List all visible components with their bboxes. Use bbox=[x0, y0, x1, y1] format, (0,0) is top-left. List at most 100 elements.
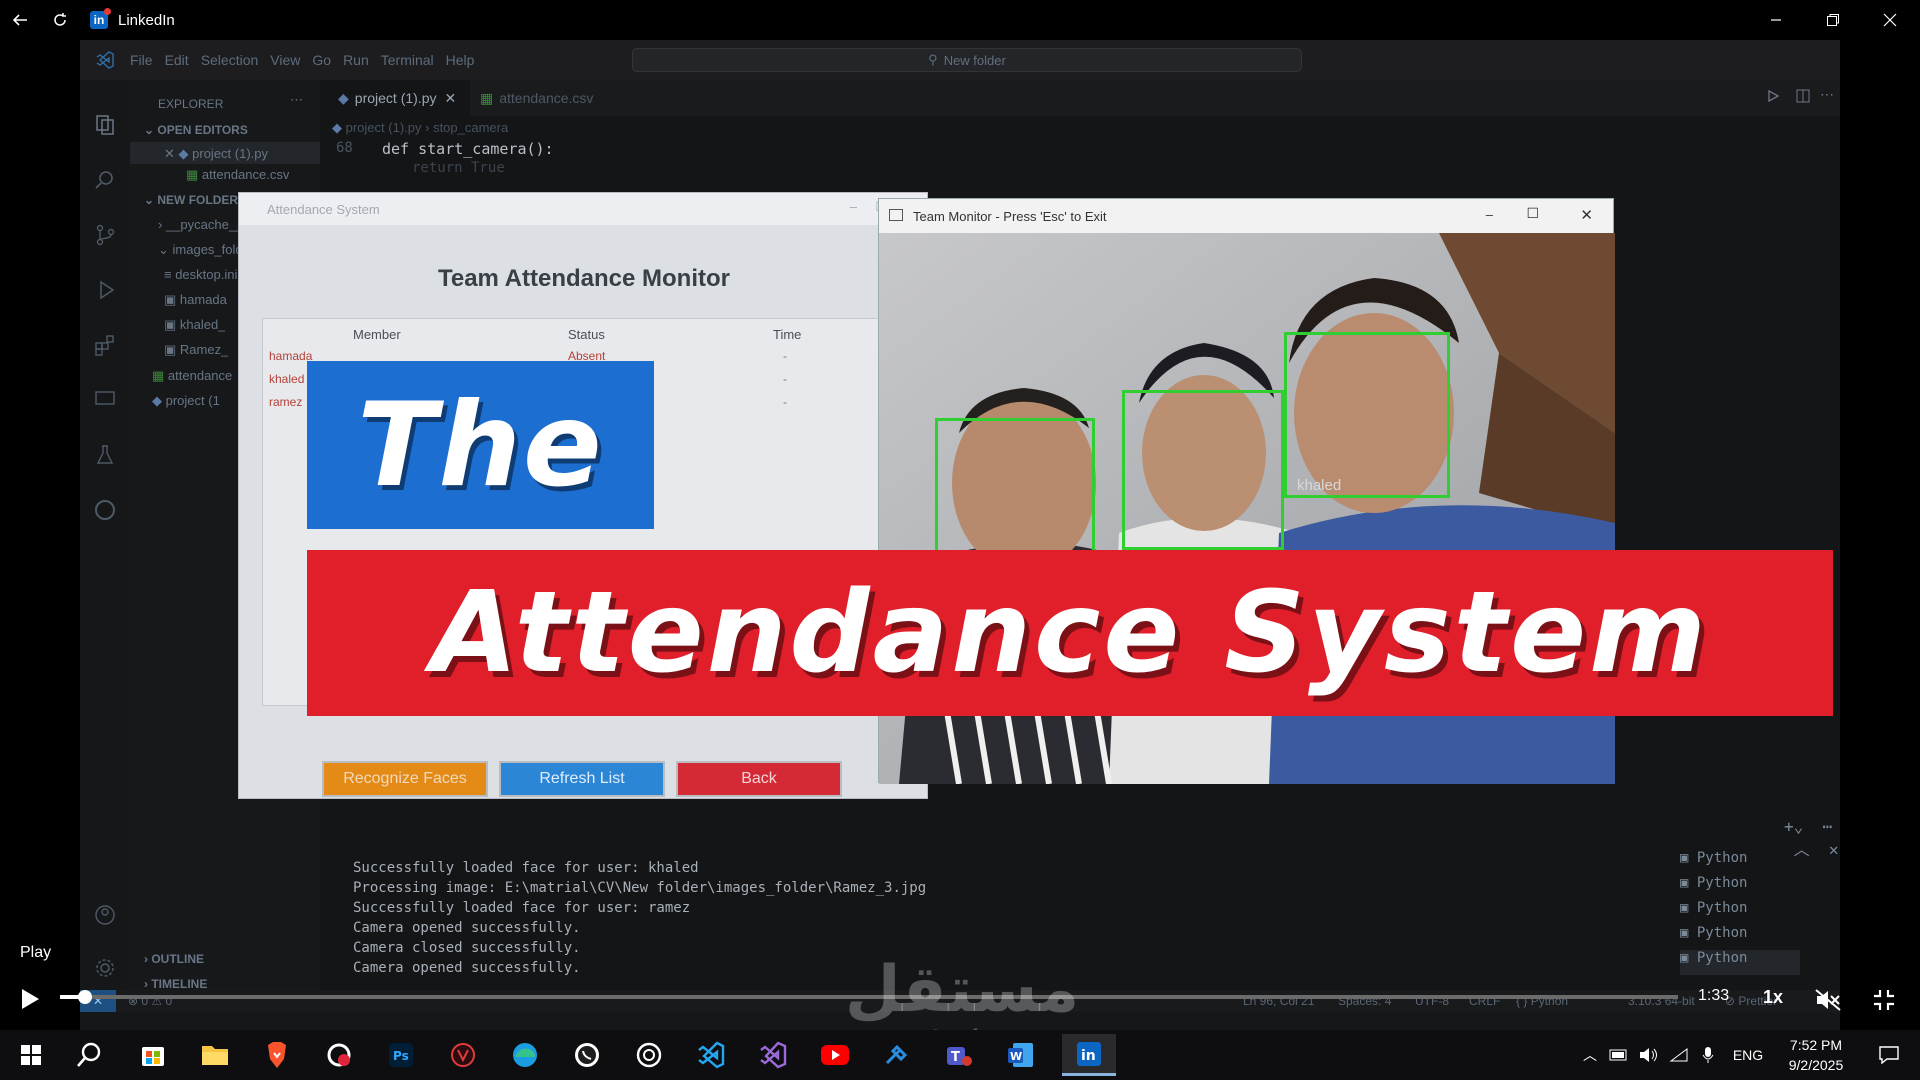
terminal-list-item[interactable]: ▣ Python bbox=[1680, 900, 1800, 925]
edge-tools-icon[interactable] bbox=[90, 495, 120, 525]
exit-fullscreen-icon[interactable] bbox=[1869, 985, 1899, 1015]
tree-item[interactable]: ▦ attendance bbox=[152, 368, 232, 384]
back-button[interactable]: Back bbox=[676, 761, 842, 797]
new-terminal-icon[interactable]: + bbox=[1784, 817, 1794, 836]
settings-gear-icon[interactable] bbox=[90, 953, 120, 983]
menu-help[interactable]: Help bbox=[446, 52, 475, 68]
youtube-icon[interactable] bbox=[814, 1034, 856, 1076]
terminal-list-item[interactable]: ▣ Python bbox=[1680, 950, 1800, 975]
terminal-list-item[interactable]: ▣ Python bbox=[1680, 850, 1800, 875]
notifications-icon[interactable] bbox=[1864, 1030, 1914, 1080]
mute-icon[interactable] bbox=[1813, 985, 1843, 1015]
open-editor-item[interactable]: ▦ attendance.csv bbox=[186, 167, 289, 183]
teams-icon[interactable]: T bbox=[938, 1034, 980, 1076]
start-icon[interactable] bbox=[10, 1034, 52, 1076]
restore-icon[interactable] bbox=[1805, 0, 1861, 40]
clock-date: 9/2/2025 bbox=[1788, 1057, 1844, 1073]
edge-icon[interactable] bbox=[504, 1034, 546, 1076]
refresh-list-button[interactable]: Refresh List bbox=[499, 761, 665, 797]
timeline-header[interactable]: › TIMELINE bbox=[144, 977, 207, 991]
run-file-icon[interactable] bbox=[1766, 89, 1780, 106]
terminal-list-item[interactable]: ▣ Python bbox=[1680, 875, 1800, 900]
video-frame[interactable]: File Edit Selection View Go Run Terminal… bbox=[80, 40, 1840, 1030]
vscode-logo-icon bbox=[80, 51, 130, 69]
play-button[interactable] bbox=[14, 983, 46, 1015]
folder-header[interactable]: ⌄ NEW FOLDER bbox=[144, 193, 238, 207]
tab-project-py[interactable]: ◆ project (1).py ✕ bbox=[320, 80, 470, 116]
search-icon[interactable] bbox=[68, 1034, 110, 1076]
whatsapp-icon[interactable] bbox=[566, 1034, 608, 1076]
tree-item[interactable]: ◆ project (1 bbox=[152, 393, 220, 409]
app-titlebar: in LinkedIn bbox=[0, 0, 1920, 40]
command-search-input[interactable]: ⚲ New folder bbox=[632, 48, 1302, 72]
vscode-icon[interactable] bbox=[690, 1034, 732, 1076]
word-icon[interactable]: W bbox=[1000, 1034, 1042, 1076]
tree-item[interactable]: › __pycache__ bbox=[158, 217, 243, 232]
terminal-line: Camera opened successfully. bbox=[353, 960, 581, 976]
valorant-icon[interactable] bbox=[442, 1034, 484, 1076]
more-icon[interactable]: ⋯ bbox=[1820, 86, 1834, 103]
back-arrow-icon[interactable] bbox=[0, 0, 40, 40]
run-debug-icon[interactable] bbox=[90, 275, 120, 305]
show-hidden-icons[interactable]: ︿ bbox=[1578, 1030, 1602, 1080]
tree-item[interactable]: ▣ hamada bbox=[164, 292, 227, 308]
search-icon[interactable] bbox=[90, 165, 120, 195]
tool-icon[interactable] bbox=[876, 1034, 918, 1076]
menu-go[interactable]: Go bbox=[312, 52, 331, 68]
close-icon[interactable]: ✕ bbox=[1580, 206, 1593, 224]
reload-icon[interactable] bbox=[40, 0, 80, 40]
remote-explorer-icon[interactable] bbox=[90, 385, 120, 415]
testing-icon[interactable] bbox=[90, 440, 120, 470]
open-editor-item[interactable]: ✕ ◆ project (1).py bbox=[164, 146, 268, 162]
clock[interactable]: 7:52 PM 9/2/2025 bbox=[1770, 1030, 1862, 1080]
store-icon[interactable] bbox=[132, 1034, 174, 1076]
terminal-line: Camera closed successfully. bbox=[353, 940, 581, 956]
microphone-icon[interactable] bbox=[1696, 1030, 1720, 1080]
battery-icon[interactable] bbox=[1606, 1030, 1632, 1080]
maximize-icon[interactable]: ☐ bbox=[1526, 205, 1539, 222]
attendance-window-titlebar: Attendance System – ☐ bbox=[239, 193, 927, 225]
time-display: 1:33 bbox=[1698, 987, 1730, 1004]
file-explorer-icon[interactable] bbox=[194, 1034, 236, 1076]
tree-item[interactable]: ▣ Ramez_ bbox=[164, 342, 228, 358]
more-icon[interactable]: ⋯ bbox=[1823, 817, 1833, 836]
menu-terminal[interactable]: Terminal bbox=[381, 52, 434, 68]
input-language[interactable]: ENG bbox=[1726, 1030, 1770, 1080]
tree-item[interactable]: ▣ khaled_ bbox=[164, 317, 225, 333]
terminal-list-item[interactable]: ▣ Python bbox=[1680, 925, 1800, 950]
visual-studio-preview-icon[interactable] bbox=[752, 1034, 794, 1076]
source-control-icon[interactable] bbox=[90, 220, 120, 250]
menu-view[interactable]: View bbox=[270, 52, 300, 68]
svg-text:W: W bbox=[1010, 1050, 1022, 1063]
brave-browser-icon[interactable] bbox=[256, 1034, 298, 1076]
minimize-icon[interactable]: – bbox=[850, 199, 857, 214]
menu-file[interactable]: File bbox=[130, 52, 153, 68]
minimize-icon[interactable] bbox=[1748, 0, 1804, 40]
playback-speed[interactable]: 1x bbox=[1763, 987, 1783, 1008]
split-editor-icon[interactable] bbox=[1796, 89, 1810, 106]
tree-item[interactable]: ≡ desktop.ini bbox=[164, 267, 237, 282]
menu-edit[interactable]: Edit bbox=[165, 52, 189, 68]
outline-header[interactable]: › OUTLINE bbox=[144, 952, 204, 966]
more-actions-icon[interactable]: ⋯ bbox=[290, 92, 303, 108]
menu-run[interactable]: Run bbox=[343, 52, 369, 68]
extensions-icon[interactable] bbox=[90, 330, 120, 360]
minimize-icon[interactable]: – bbox=[1486, 207, 1493, 222]
table-cell-member: hamada bbox=[269, 349, 313, 363]
explorer-icon[interactable] bbox=[90, 110, 120, 140]
photoshop-icon[interactable]: Ps bbox=[380, 1034, 422, 1076]
chatgpt-icon[interactable] bbox=[628, 1034, 670, 1076]
wifi-icon[interactable] bbox=[1666, 1030, 1692, 1080]
tab-attendance-csv[interactable]: ▦ attendance.csv bbox=[480, 80, 593, 116]
linkedin-taskbar-icon[interactable]: in bbox=[1062, 1034, 1116, 1076]
terminal-panel[interactable]: Successfully loaded face for user: khale… bbox=[320, 780, 1840, 995]
close-icon[interactable] bbox=[1862, 0, 1918, 40]
open-editors-header[interactable]: ⌄ OPEN EDITORS bbox=[144, 123, 248, 137]
account-icon[interactable] bbox=[90, 900, 120, 930]
volume-icon[interactable] bbox=[1636, 1030, 1662, 1080]
recognize-faces-button[interactable]: Recognize Faces bbox=[322, 761, 488, 797]
opera-gx-icon[interactable] bbox=[318, 1034, 360, 1076]
menu-selection[interactable]: Selection bbox=[201, 52, 259, 68]
activity-bar bbox=[80, 80, 130, 1030]
close-panel-icon[interactable]: ✕ bbox=[1829, 840, 1839, 859]
